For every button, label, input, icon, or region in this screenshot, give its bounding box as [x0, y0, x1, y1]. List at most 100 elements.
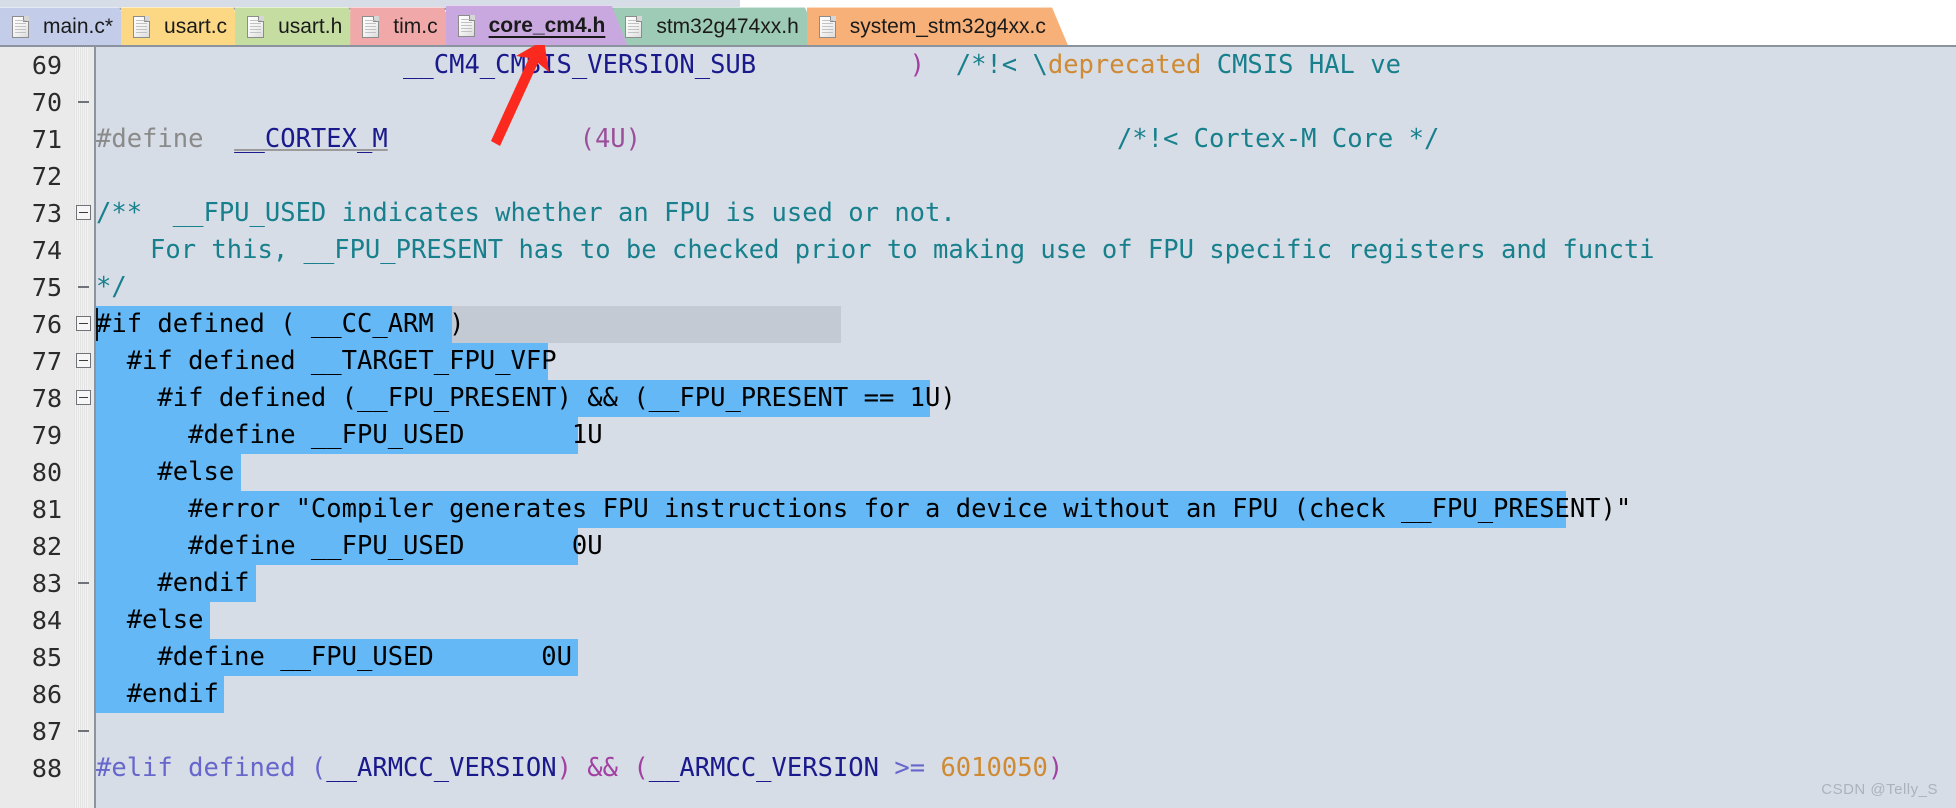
line-content: #define __FPU_USED 0U	[96, 531, 603, 561]
tab-core-cm4-h[interactable]: core_cm4.h	[446, 5, 628, 45]
code-line[interactable]: 80 #else	[0, 454, 1956, 491]
tab-bar: main.c* usart.c usart.h tim.c core_cm4.h	[0, 0, 1956, 45]
file-icon	[133, 16, 150, 38]
code-token-identifier: __ARMCC_VERSION	[326, 753, 557, 783]
line-number: 77	[31, 347, 62, 376]
line-content: #if defined ( __CC_ARM )	[96, 309, 465, 339]
tab-stm32g474xx-h[interactable]: stm32g474xx.h	[613, 7, 820, 45]
code-token-comment: /*!< Cortex-M Core */	[1116, 124, 1440, 154]
code-token-identifier: __CM4_CMSIS_VERSION_SUB	[403, 50, 757, 80]
line-content: /** __FPU_USED indicates whether an FPU …	[96, 198, 956, 228]
code-line[interactable]: 72	[0, 158, 1956, 195]
code-token-comment: /*!< \	[955, 50, 1048, 80]
fold-tick[interactable]	[78, 730, 89, 732]
code-token-paren: )	[909, 50, 926, 80]
code-line[interactable]: 77 #if defined __TARGET_FPU_VFP	[0, 343, 1956, 380]
fold-tick[interactable]	[78, 101, 89, 103]
code-line[interactable]: 81 #error "Compiler generates FPU instru…	[0, 491, 1956, 528]
file-icon	[362, 16, 379, 38]
code-line[interactable]: 88 #elif defined (__ARMCC_VERSION) && (_…	[0, 750, 1956, 787]
line-content: __CM4_CMSIS_VERSION_SUB) /*!< \deprecated…	[96, 47, 1401, 84]
fold-collapse-box[interactable]	[76, 390, 91, 405]
line-content: #define __FPU_USED 1U	[96, 420, 603, 450]
code-line[interactable]: 85 #define __FPU_USED 0U	[0, 639, 1956, 676]
line-number: 71	[31, 125, 62, 154]
watermark: CSDN @Telly_S	[1821, 781, 1938, 798]
line-number: 74	[31, 236, 62, 265]
editor-window: main.c* usart.c usart.h tim.c core_cm4.h	[0, 0, 1956, 808]
line-content: #endif	[96, 679, 219, 709]
tab-system-stm32g4xx-c[interactable]: system_stm32g4xx.c	[807, 7, 1068, 45]
tab-main-c[interactable]: main.c*	[0, 7, 135, 45]
tab-label: tim.c	[393, 15, 438, 38]
code-token-paren: )	[1047, 753, 1064, 783]
code-line[interactable]: 76 #if defined ( __CC_ARM )	[0, 306, 1956, 343]
line-number: 82	[31, 532, 62, 561]
code-line[interactable]: 83 #endif	[0, 565, 1956, 602]
code-token-number: (4U)	[579, 124, 642, 154]
file-icon	[458, 15, 475, 37]
code-line[interactable]: 73 /** __FPU_USED indicates whether an F…	[0, 195, 1956, 232]
tab-label: usart.h	[278, 15, 343, 38]
line-content: */	[96, 272, 127, 302]
file-icon	[12, 16, 29, 38]
code-line[interactable]: 69 __CM4_CMSIS_VERSION_SUB) /*!< \depreca…	[0, 47, 1956, 84]
line-content: #elif defined (__ARMCC_VERSION) && (__AR…	[96, 750, 1063, 787]
tab-label: usart.c	[164, 15, 228, 38]
line-number: 81	[31, 495, 62, 524]
code-token-number: 6010050	[940, 753, 1048, 783]
line-number: 78	[31, 384, 62, 413]
line-number: 88	[31, 754, 62, 783]
code-token-preprocessor: #define	[96, 124, 204, 154]
code-token-identifier: __ARMCC_VERSION	[648, 753, 880, 783]
line-number: 70	[31, 88, 62, 117]
code-token-operator: >=	[879, 753, 941, 783]
tab-label: main.c*	[43, 15, 114, 38]
code-token-comment: CMSIS HAL ve	[1201, 50, 1401, 80]
tab-usart-c[interactable]: usart.c	[121, 7, 249, 45]
line-number: 75	[31, 273, 62, 302]
line-content: #if defined __TARGET_FPU_VFP	[96, 346, 557, 376]
line-number: 72	[31, 162, 62, 191]
code-token-identifier: __CORTEX_M	[234, 124, 388, 154]
fold-tick[interactable]	[78, 582, 89, 584]
line-number: 85	[31, 643, 62, 672]
line-content: #else	[96, 457, 235, 487]
line-number: 79	[31, 421, 62, 450]
fold-collapse-box[interactable]	[76, 353, 91, 368]
line-content: #else	[96, 605, 204, 635]
line-content: #define __CORTEX_M (4U) /*!< Cortex-M Core …	[96, 121, 1439, 158]
code-line[interactable]: 82 #define __FPU_USED 0U	[0, 528, 1956, 565]
code-token-preprocessor: #elif defined (	[96, 753, 327, 783]
tab-label: core_cm4.h	[488, 14, 606, 37]
line-content: #define __FPU_USED 0U	[96, 642, 572, 672]
code-line[interactable]: 84 #else	[0, 602, 1956, 639]
tab-strip: main.c* usart.c usart.h tim.c core_cm4.h	[0, 5, 1054, 45]
code-surface[interactable]: 69 __CM4_CMSIS_VERSION_SUB) /*!< \depreca…	[0, 47, 1956, 808]
line-number: 73	[31, 199, 62, 228]
tab-label: stm32g474xx.h	[656, 15, 799, 38]
file-icon	[819, 16, 836, 38]
code-line[interactable]: 79 #define __FPU_USED 1U	[0, 417, 1956, 454]
fold-tick[interactable]	[78, 286, 89, 288]
tab-tim-c[interactable]: tim.c	[350, 7, 459, 45]
code-line[interactable]: 78 #if defined (__FPU_PRESENT) && (__FPU…	[0, 380, 1956, 417]
tab-usart-h[interactable]: usart.h	[235, 7, 364, 45]
code-line[interactable]: 74 For this, __FPU_PRESENT has to be che…	[0, 232, 1956, 269]
line-number: 76	[31, 310, 62, 339]
code-line[interactable]: 75 */	[0, 269, 1956, 306]
fold-collapse-box[interactable]	[76, 316, 91, 331]
code-line[interactable]: 87	[0, 713, 1956, 750]
tab-label: system_stm32g4xx.c	[849, 15, 1046, 38]
code-editor[interactable]: 69 __CM4_CMSIS_VERSION_SUB) /*!< \depreca…	[0, 45, 1956, 808]
fold-collapse-box[interactable]	[76, 205, 91, 220]
code-line[interactable]: 71 #define __CORTEX_M (4U) /*!< Cortex-M Co…	[0, 121, 1956, 158]
code-line[interactable]: 86 #endif	[0, 676, 1956, 713]
code-token-operator: ) && (	[556, 753, 649, 783]
code-token-doc-tag: deprecated	[1047, 50, 1202, 80]
line-number: 80	[31, 458, 62, 487]
line-content: For this, __FPU_PRESENT has to be checke…	[150, 235, 1655, 265]
line-number: 83	[31, 569, 62, 598]
code-line[interactable]: 70	[0, 84, 1956, 121]
line-number: 84	[31, 606, 62, 635]
